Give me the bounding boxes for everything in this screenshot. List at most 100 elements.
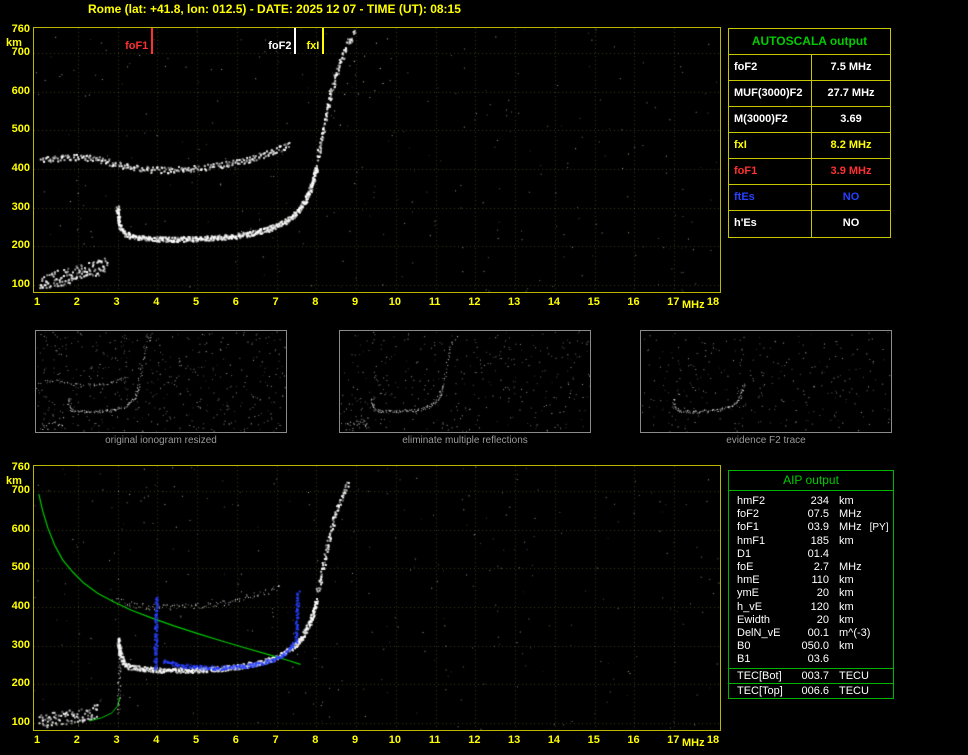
y-tick-label: 100 bbox=[11, 716, 30, 729]
autoscala-row-value: 7.5 MHz bbox=[830, 61, 872, 73]
x-tick-label: 15 bbox=[587, 296, 600, 308]
aip-row-unit: km bbox=[839, 640, 854, 653]
aip-row-unit: km bbox=[839, 534, 854, 547]
x-tick-label: 5 bbox=[192, 734, 200, 746]
y-tick-label: 500 bbox=[11, 123, 30, 136]
autoscala-row-label: fxI bbox=[729, 133, 812, 158]
aip-row-value: 07.5 bbox=[807, 508, 829, 521]
autoscala-row-label: foF2 bbox=[729, 55, 812, 80]
x-tick-label: 2 bbox=[73, 734, 80, 746]
x-tick-label: 1 bbox=[33, 734, 41, 746]
aip-row-label: ymE bbox=[737, 587, 759, 600]
y-axis-unit-label: km bbox=[6, 37, 22, 49]
aip-row: h_vE 120 km bbox=[737, 601, 889, 614]
x-tick-label: 18 bbox=[706, 296, 720, 308]
autoscala-row-value: 3.69 bbox=[840, 113, 862, 125]
x-tick-label: 13 bbox=[508, 734, 521, 746]
autoscala-row: ftEs NO bbox=[729, 185, 890, 211]
marker-tick-foF1 bbox=[151, 28, 154, 54]
y-axis-unit-label: km bbox=[6, 475, 22, 487]
autoscala-row-value: NO bbox=[842, 217, 860, 229]
thumbnail-caption-3: evidence F2 trace bbox=[726, 435, 806, 446]
marker-tick-fxI bbox=[322, 28, 325, 54]
x-tick-label: 7 bbox=[272, 296, 279, 308]
aip-row: DelN_vE 00.1 m^(-3) bbox=[737, 627, 889, 640]
y-tick-label: 100 bbox=[11, 278, 30, 291]
aip-row-value: 2.7 bbox=[813, 560, 829, 573]
aip-row-value: 120 bbox=[810, 600, 829, 613]
y-tick-label: 600 bbox=[11, 522, 30, 535]
marker-label-fxI: fxI bbox=[306, 40, 320, 52]
aip-row-value: 00.1 bbox=[807, 626, 829, 639]
x-tick-label: 3 bbox=[113, 734, 120, 746]
autoscala-row-label: h'Es bbox=[729, 211, 812, 237]
autoscala-table-rows: foF2 7.5 MHz MUF(3000)F2 27.7 MHz M(3000)F2 3… bbox=[729, 55, 890, 237]
aip-row-label: h_vE bbox=[737, 600, 763, 613]
x-tick-label: 5 bbox=[192, 296, 200, 308]
aip-row-note: [PY] bbox=[869, 522, 889, 534]
autoscala-row-label: foF1 bbox=[729, 159, 812, 184]
autoscala-row: M(3000)F2 3.69 bbox=[729, 107, 890, 133]
x-tick-label: 11 bbox=[428, 734, 441, 746]
aip-row-value: 185 bbox=[810, 534, 829, 547]
aip-row-value: 050.0 bbox=[801, 640, 829, 653]
x-tick-label: 8 bbox=[312, 296, 319, 308]
autoscala-row: foF1 3.9 MHz bbox=[729, 159, 890, 185]
x-tick-label: 3 bbox=[113, 296, 120, 308]
autoscala-row-label: MUF(3000)F2 bbox=[729, 81, 812, 106]
x-tick-label: 16 bbox=[627, 296, 640, 308]
aip-row: hmF1 185 km bbox=[737, 535, 889, 548]
y-tick-label: 500 bbox=[11, 561, 30, 574]
aip-row-label: foF1 bbox=[737, 521, 760, 534]
aip-row-unit: m^(-3) bbox=[839, 626, 871, 639]
y-tick-label: 200 bbox=[11, 677, 30, 690]
aip-row: hmE 110 km bbox=[737, 574, 889, 587]
y-tick-label: 300 bbox=[11, 638, 30, 651]
aip-output-table: AIP output hmF2 234 km foF2 07.5 MHz foF1 03.9 M… bbox=[728, 470, 894, 700]
aip-tec-row: TEC[Top] 006.6 TECU bbox=[729, 683, 893, 698]
aip-tec-unit: TECU bbox=[839, 685, 869, 698]
aip-row: Ewidth 20 km bbox=[737, 614, 889, 627]
aip-tec-rows: TEC[Bot] 003.7 TECU TEC[Top] 006.6 TECU bbox=[729, 668, 893, 698]
x-tick-label: 6 bbox=[232, 296, 239, 308]
thumbnail-caption-2: eliminate multiple reflections bbox=[402, 435, 528, 446]
aip-row-label: D1 bbox=[737, 547, 752, 560]
autoscala-row-value: 3.9 MHz bbox=[830, 165, 872, 177]
autoscala-row: fxI 8.2 MHz bbox=[729, 133, 890, 159]
y-tick-label: 400 bbox=[11, 162, 30, 175]
y-tick-label: 300 bbox=[11, 200, 30, 213]
autoscala-output-table: AUTOSCALA output foF2 7.5 MHz MUF(3000)F2 2… bbox=[728, 28, 891, 238]
aip-row-unit: km bbox=[839, 587, 854, 600]
autoscala-row-value: 27.7 MHz bbox=[827, 87, 875, 99]
aip-tec-label: TEC[Top] bbox=[737, 685, 783, 698]
aip-row-unit: MHz bbox=[839, 560, 862, 573]
aip-row-label: hmF2 bbox=[737, 495, 766, 507]
aip-row-unit: km bbox=[839, 613, 854, 626]
x-tick-label: 10 bbox=[388, 296, 401, 308]
page-title: Rome (lat: +41.8, lon: 012.5) - DATE: 20… bbox=[88, 2, 461, 16]
x-tick-label: 7 bbox=[272, 734, 279, 746]
x-tick-label: 15 bbox=[587, 734, 600, 746]
autoscala-row: foF2 7.5 MHz bbox=[729, 55, 890, 81]
x-tick-label: 4 bbox=[153, 296, 160, 308]
aip-row-label: B0 bbox=[737, 640, 751, 653]
aip-table-title: AIP output bbox=[729, 471, 893, 491]
aip-tec-value: 006.6 bbox=[801, 685, 829, 698]
aip-row-label: B1 bbox=[737, 653, 751, 666]
x-tick-label: 8 bbox=[312, 734, 319, 746]
thumbnail-caption-1: original ionogram resized bbox=[105, 435, 217, 446]
aip-row-value: 234 bbox=[810, 495, 829, 507]
autoscala-table-title: AUTOSCALA output bbox=[729, 29, 890, 55]
aip-row-unit: km bbox=[839, 600, 854, 613]
aip-row: foE 2.7 MHz bbox=[737, 561, 889, 574]
aip-restored-ionogram-plot bbox=[33, 465, 721, 731]
y-tick-label: 760 bbox=[11, 22, 30, 35]
x-tick-label: 12 bbox=[468, 734, 481, 746]
x-tick-label: 14 bbox=[547, 296, 561, 308]
aip-row: D1 01.4 bbox=[737, 548, 889, 561]
autoscala-row-label: M(3000)F2 bbox=[729, 107, 812, 132]
scaled-ionogram-plot bbox=[33, 27, 721, 293]
aip-row-value: 03.9 bbox=[807, 521, 829, 534]
aip-row-value: 20 bbox=[816, 613, 829, 626]
x-tick-label: 1 bbox=[33, 296, 41, 308]
